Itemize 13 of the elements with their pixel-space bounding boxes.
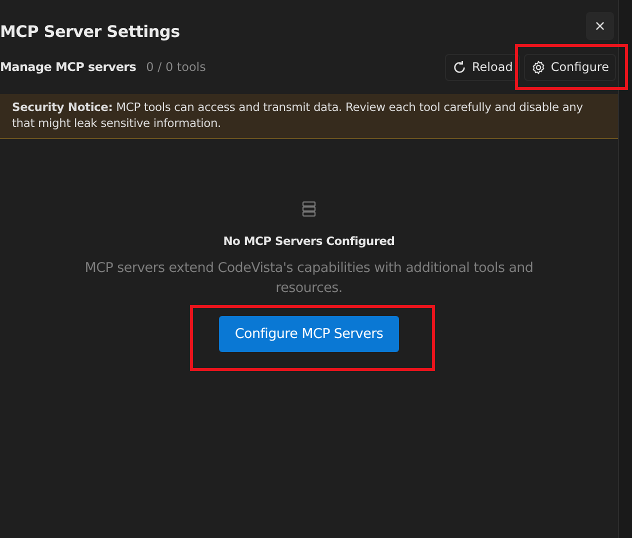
settings-icon [530,60,546,74]
tool-count: 0 / 0 tools [146,60,206,74]
dialog-title: MCP Server Settings [0,22,180,40]
reload-icon [452,60,467,74]
server-icon [302,201,316,217]
configure-servers-button[interactable]: Configure MCP Servers [218,316,400,352]
configure-button[interactable]: Configure [524,54,616,80]
security-notice: Security Notice: MCP tools can access and transmit data. Review each tool carefully and disable any that might leak sensitive information. [0,94,618,139]
empty-title: No MCP Servers Configured [223,234,395,248]
empty-description: MCP servers extend CodeVista's capabilities with additional tools and resources. [84,259,534,298]
close-button[interactable]: × [586,12,614,40]
section-label: Manage MCP servers [0,60,136,74]
reload-button[interactable]: Reload [445,54,520,80]
